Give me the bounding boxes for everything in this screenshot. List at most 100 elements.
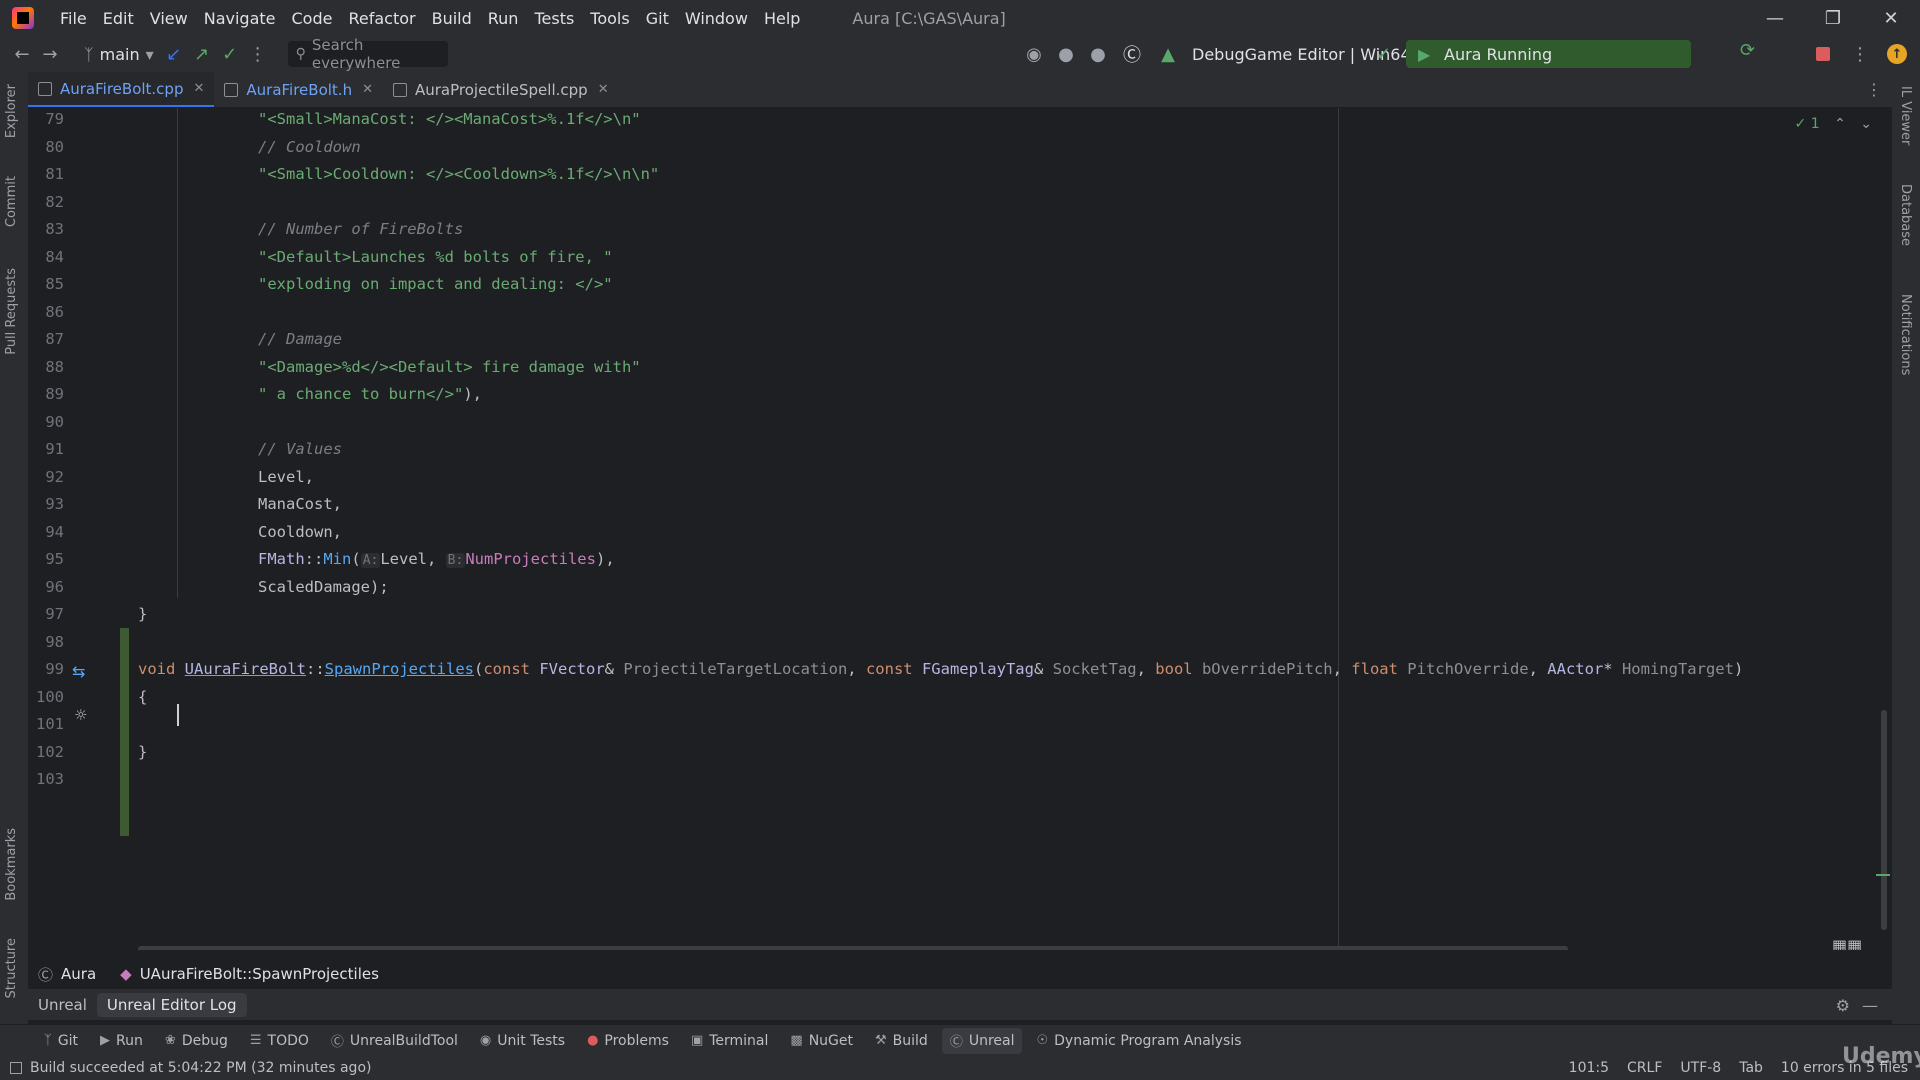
git-push-icon[interactable]: ↗ [188, 40, 216, 68]
gamepad-icon[interactable]: ◉ [1020, 40, 1048, 68]
chevron-up-icon[interactable]: ⌃ [1834, 116, 1846, 132]
menu-run[interactable]: Run [480, 9, 527, 28]
menu-file[interactable]: File [52, 9, 95, 28]
lightbulb-icon[interactable]: ☼ [74, 706, 87, 724]
app-logo-icon[interactable] [12, 7, 34, 29]
caret-position[interactable]: 101:5 [1569, 1060, 1609, 1076]
toolwindow-unrealbuildtool[interactable]: Ⓒ UnrealBuildTool [323, 1028, 466, 1054]
run-status-widget[interactable]: ✓ ▶ Aura Running [1376, 40, 1691, 68]
menu-tests[interactable]: Tests [526, 9, 582, 28]
menu-refactor[interactable]: Refactor [340, 9, 423, 28]
function-name[interactable]: SpawnProjectiles [325, 660, 474, 678]
line-ending[interactable]: CRLF [1627, 1060, 1662, 1076]
menu-git[interactable]: Git [638, 9, 677, 28]
horizontal-scrollbar[interactable] [138, 946, 1568, 950]
tab-aurafirebolt-h[interactable]: AuraFireBolt.h ✕ [214, 72, 383, 107]
toggle-tool-windows-icon[interactable] [10, 1062, 22, 1074]
run-bug-icon[interactable]: ▲ [1154, 40, 1182, 68]
line-number: 100 [36, 687, 64, 706]
toolwindow-dynamic-program-analysis[interactable]: ☉ Dynamic Program Analysis [1028, 1028, 1249, 1054]
breadcrumb-item[interactable]: Aura [61, 965, 96, 983]
unreal-build-icon[interactable]: ● [1052, 40, 1080, 68]
tab-aurafirebolt-cpp[interactable]: AuraFireBolt.cpp ✕ [28, 72, 215, 107]
toolwindow-problems[interactable]: ● Problems [579, 1028, 677, 1054]
minimize-panel-icon[interactable]: — [1862, 996, 1878, 1015]
right-margin-guide [1338, 108, 1339, 950]
back-arrow-icon[interactable]: ← [8, 40, 36, 68]
more-vertical-icon[interactable]: ⋮ [244, 40, 272, 68]
tool-database[interactable]: Database [1898, 184, 1913, 246]
unreal-logo-icon[interactable]: Ⓒ [1118, 40, 1146, 68]
tabs-more-icon[interactable]: ⋮ [1866, 80, 1882, 99]
tool-il-viewer[interactable]: IL Viewer [1898, 86, 1913, 145]
breadcrumb-item[interactable]: UAuraFireBolt::SpawnProjectiles [140, 965, 379, 983]
run-status-label: Aura Running [1444, 44, 1553, 64]
gear-icon[interactable]: ⚙ [1836, 996, 1850, 1015]
close-icon[interactable]: ✕ [362, 82, 373, 97]
run-icon: ▶ [1418, 44, 1431, 64]
vcs-change-marker[interactable] [120, 628, 129, 836]
rerun-icon[interactable]: ⟳ [1740, 40, 1755, 61]
toolwindow-git[interactable]: ᛉ Git [36, 1028, 86, 1054]
menu-build[interactable]: Build [424, 9, 480, 28]
tool-commit[interactable]: Commit [4, 176, 19, 227]
class-name[interactable]: UAuraFireBolt [185, 660, 306, 678]
git-commit-check-icon[interactable]: ✓ [216, 40, 244, 68]
line-number: 95 [45, 550, 64, 568]
toolwindow-run[interactable]: ▶ Run [92, 1028, 151, 1054]
chevron-down-icon[interactable]: ⌄ [1860, 116, 1872, 132]
menu-navigate[interactable]: Navigate [196, 9, 284, 28]
more-vertical-icon[interactable]: ⋮ [1846, 40, 1874, 68]
toolwindow-unit-tests[interactable]: ◉ Unit Tests [472, 1028, 573, 1054]
unreal-cook-icon[interactable]: ● [1084, 40, 1112, 68]
tool-explorer[interactable]: Explorer [4, 84, 19, 138]
toolwindow-label: Dynamic Program Analysis [1054, 1032, 1242, 1049]
header-file-icon [224, 82, 239, 97]
menu-tools[interactable]: Tools [582, 9, 637, 28]
indent-setting[interactable]: Tab [1739, 1060, 1763, 1076]
toolwindow-todo[interactable]: ☰ TODO [242, 1028, 317, 1054]
menu-view[interactable]: View [142, 9, 196, 28]
toolwindow-build[interactable]: ⚒ Build [867, 1028, 936, 1054]
code-line: Level, [258, 467, 314, 486]
reader-mode-icon[interactable]: ▦▦ [1832, 936, 1862, 950]
menu-code[interactable]: Code [284, 9, 341, 28]
code-line: "<Default>Launches %d bolts of fire, " [258, 247, 613, 266]
tool-bookmarks[interactable]: Bookmarks [4, 828, 19, 901]
tool-structure[interactable]: Structure [4, 938, 19, 998]
punctuation: , [1136, 660, 1156, 678]
file-encoding[interactable]: UTF-8 [1680, 1060, 1721, 1076]
status-message[interactable]: Build succeeded at 5:04:22 PM (32 minute… [30, 1060, 371, 1076]
menu-window[interactable]: Window [677, 9, 756, 28]
stop-icon[interactable] [1816, 47, 1830, 61]
menu-help[interactable]: Help [756, 9, 808, 28]
test-icon: ◉ [479, 1033, 492, 1048]
code-editor[interactable]: 79 80 81 82 83 84 85 86 87 88 89 90 91 9… [28, 108, 1892, 950]
inspection-widget[interactable]: ✓ 1 ⌃ ⌄ [1795, 116, 1872, 132]
tab-auraprojectilespell-cpp[interactable]: AuraProjectileSpell.cpp ✕ [383, 72, 619, 107]
keyword: bool [1155, 660, 1202, 678]
toolwindow-label: Problems [604, 1032, 669, 1049]
implementation-icon[interactable]: ⇆ [72, 662, 85, 681]
vertical-scrollbar[interactable] [1881, 710, 1887, 930]
toolwindow-terminal[interactable]: ▣ Terminal [683, 1028, 776, 1054]
menu-edit[interactable]: Edit [95, 9, 142, 28]
git-update-icon[interactable]: ↙ [160, 40, 188, 68]
ide-update-icon[interactable]: ↑ [1887, 44, 1907, 64]
toolwindow-nuget[interactable]: ▩ NuGet [782, 1028, 861, 1054]
tab-unreal-editor-log[interactable]: Unreal Editor Log [96, 992, 247, 1017]
git-branch-selector[interactable]: ᛉ main ▾ [78, 41, 160, 67]
forward-arrow-icon[interactable]: → [36, 40, 64, 68]
minimize-icon[interactable]: — [1746, 0, 1804, 36]
tool-pull-requests[interactable]: Pull Requests [4, 268, 19, 355]
search-everywhere[interactable]: ⚲ Search everywhere [287, 36, 448, 72]
branch-icon: ᛉ [84, 44, 94, 64]
toolwindow-debug[interactable]: ❀ Debug [157, 1028, 236, 1054]
tool-notifications[interactable]: Notifications [1898, 294, 1913, 375]
restore-icon[interactable]: ❐ [1804, 0, 1862, 36]
close-icon[interactable]: ✕ [193, 81, 204, 96]
inspection-count: 1 [1810, 116, 1820, 132]
toolwindow-unreal[interactable]: Ⓒ Unreal [941, 1027, 1023, 1054]
close-window-icon[interactable]: ✕ [1862, 0, 1920, 36]
close-icon[interactable]: ✕ [598, 82, 609, 97]
